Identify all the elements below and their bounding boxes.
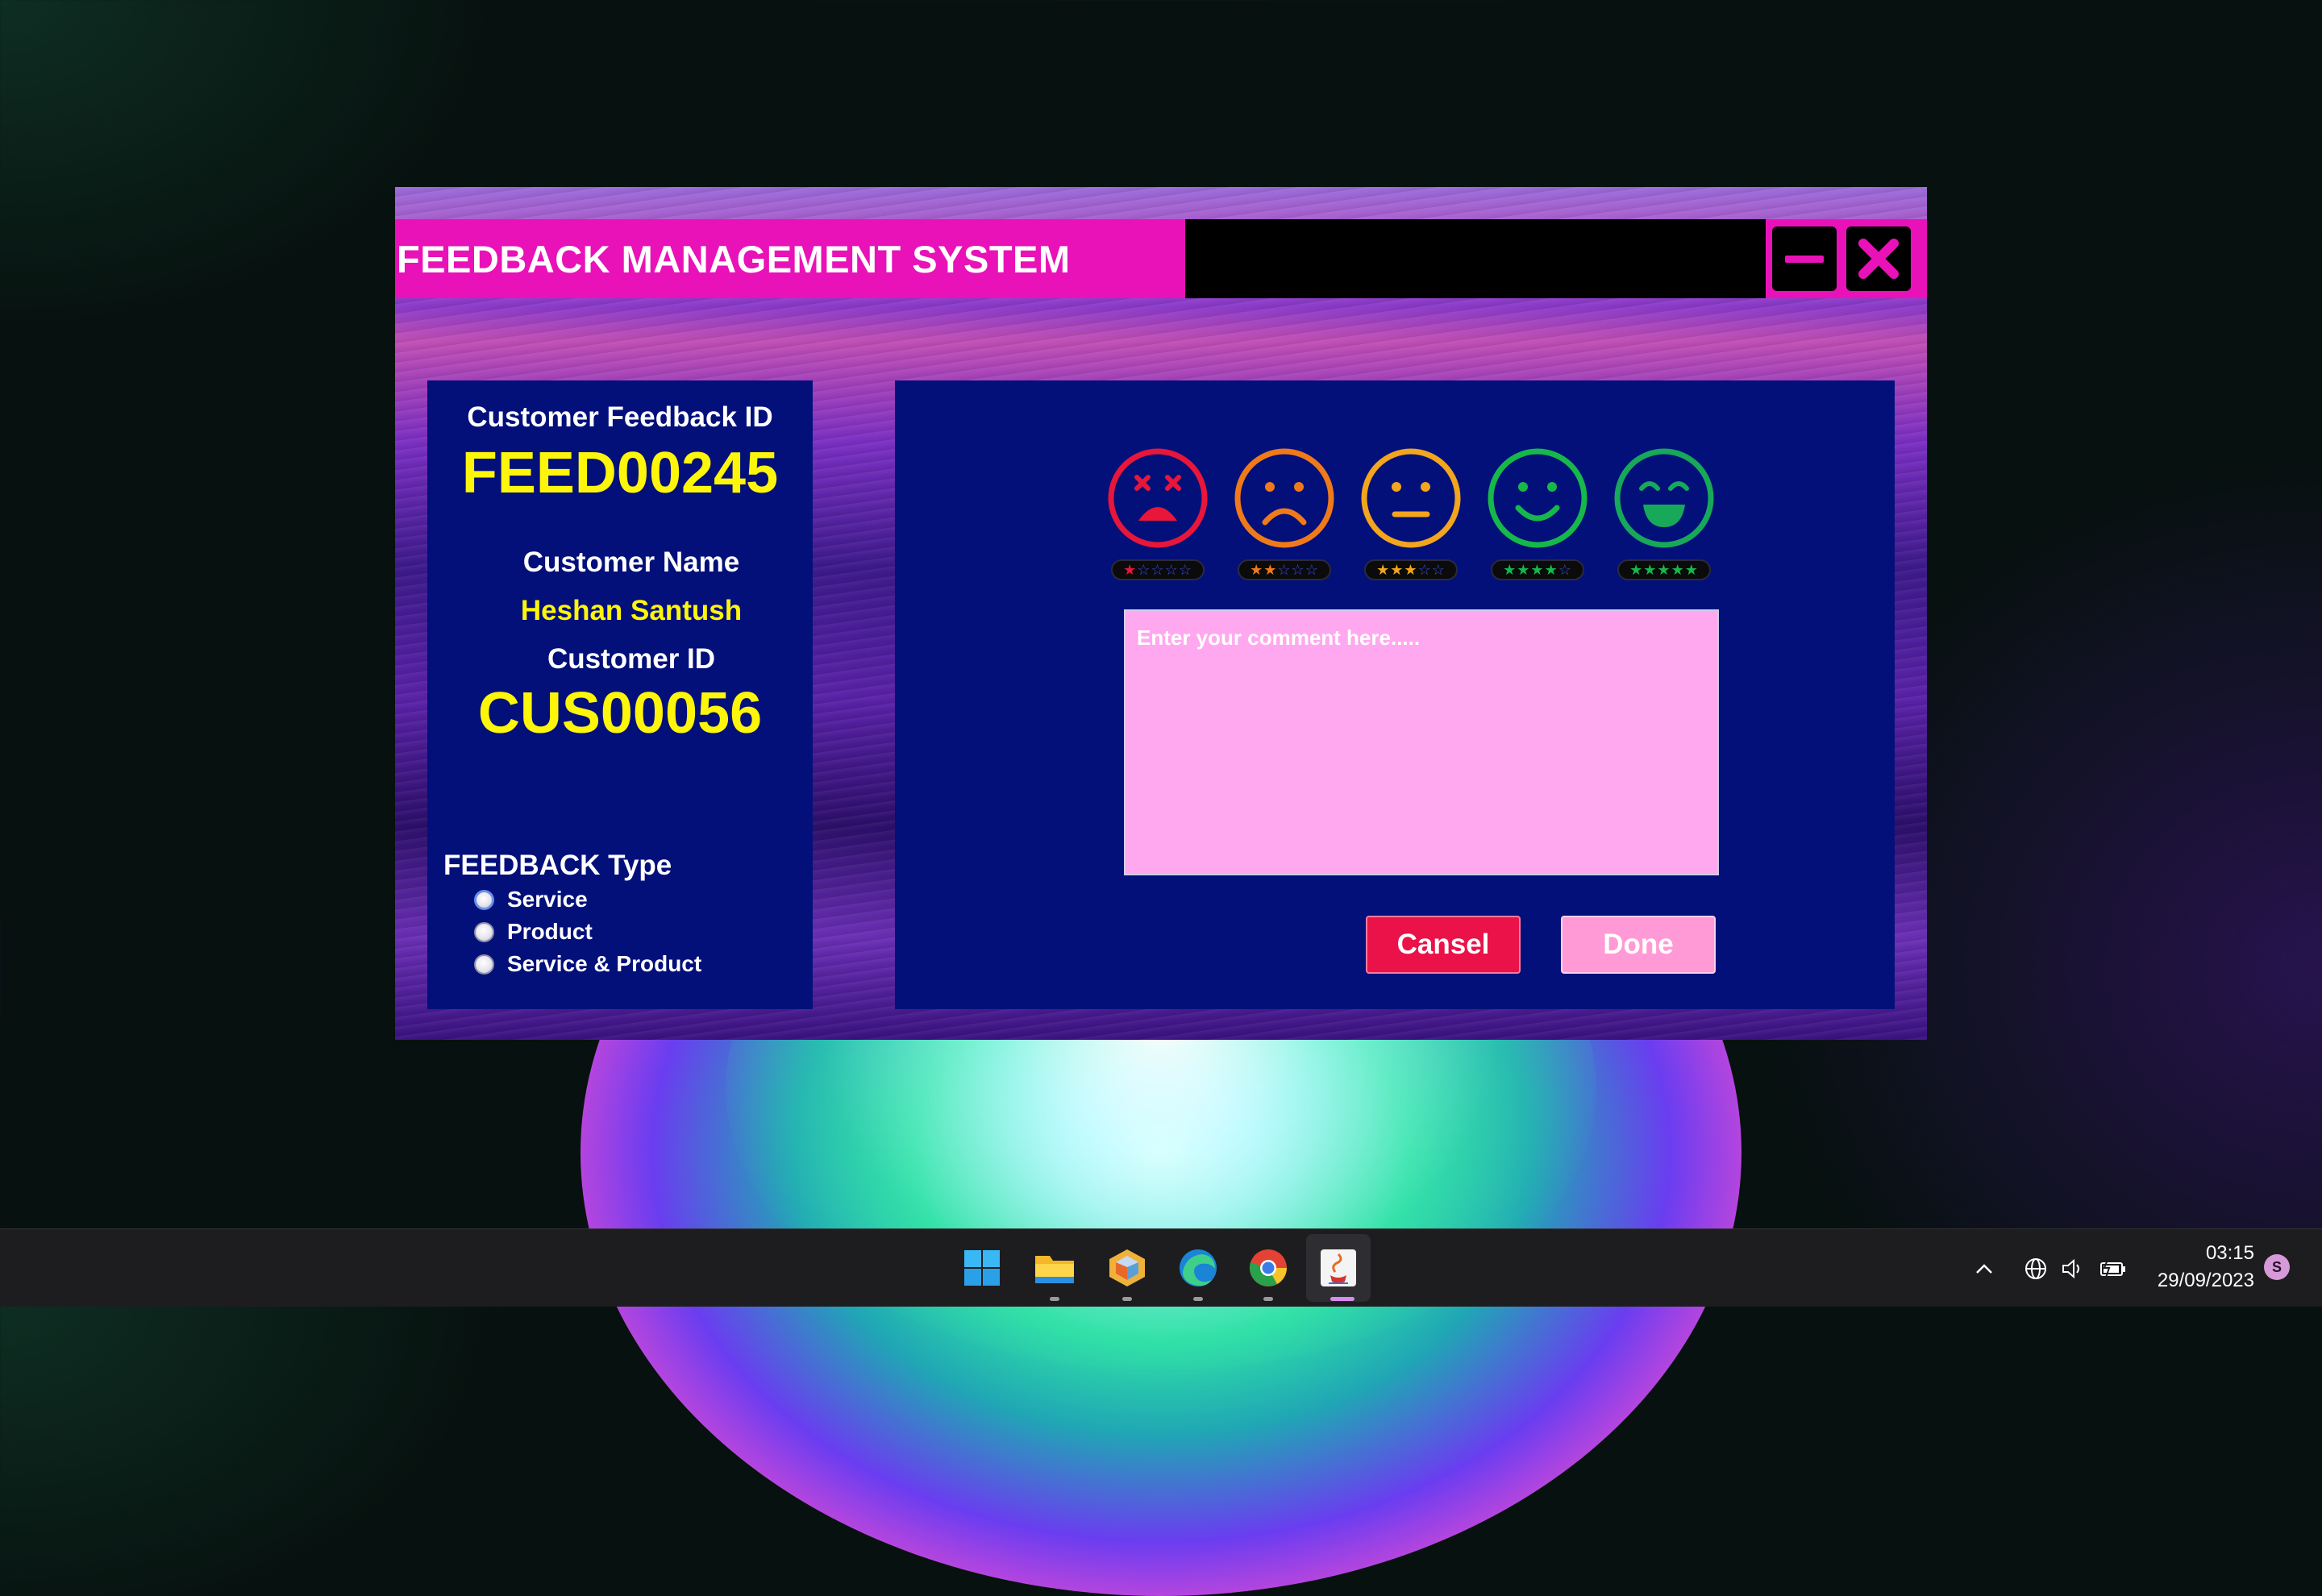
active-indicator: [1330, 1297, 1354, 1301]
customer-id-value: CUS00056: [477, 681, 763, 746]
radio-service[interactable]: Service: [474, 887, 588, 912]
cancel-button[interactable]: Cansel: [1366, 916, 1521, 974]
clock-date[interactable]: 29/09/2023: [2128, 1270, 2254, 1292]
comment-textarea[interactable]: Enter your comment here.....: [1124, 609, 1719, 875]
radio-product[interactable]: Product: [474, 919, 593, 945]
radio-button[interactable]: [474, 954, 494, 975]
done-button[interactable]: Done: [1561, 916, 1716, 974]
rating-stars-2: ★★ ☆☆☆: [1238, 559, 1331, 580]
notification-badge[interactable]: S: [2264, 1254, 2290, 1280]
running-indicator: [1263, 1297, 1273, 1301]
customer-name-label: Customer Name: [522, 547, 740, 578]
globe-network-icon[interactable]: [2022, 1257, 2049, 1281]
x-close-icon: [1858, 239, 1899, 279]
radio-label: Service & Product: [507, 951, 702, 976]
customer-id-label: Customer ID: [547, 643, 716, 675]
clock-time[interactable]: 03:15: [2128, 1242, 2254, 1265]
running-indicator: [1122, 1297, 1132, 1301]
chrome-browser-icon[interactable]: [1246, 1245, 1291, 1291]
sad-face-icon[interactable]: [1233, 447, 1336, 550]
java-app-icon[interactable]: [1316, 1245, 1361, 1291]
chevron-up-icon[interactable]: [1970, 1257, 1998, 1281]
rating-stars-3: ★★★ ☆☆: [1364, 559, 1458, 580]
battery-charging-icon[interactable]: [2099, 1257, 2127, 1281]
taskbar: 03:15 29/09/2023: [0, 1228, 2322, 1307]
title-bar: FEEDBACK MANAGEMENT SYSTEM: [395, 219, 1185, 298]
grin-face-icon[interactable]: [1612, 447, 1716, 550]
feedback-window: FEEDBACK MANAGEMENT SYSTEM Customer Feed…: [395, 187, 1927, 1040]
minus-icon: [1785, 255, 1824, 263]
feedback-panel: ★ ☆☆☆☆ ★★ ☆☆☆ ★★★ ☆☆ ★★★★ ☆ ★★★★★ Enter …: [895, 380, 1895, 1009]
radio-service-product[interactable]: Service & Product: [474, 951, 701, 977]
window-controls: [1766, 219, 1927, 298]
speaker-icon[interactable]: [2059, 1257, 2087, 1281]
feedback-id-value: FEED00245: [461, 441, 779, 505]
smile-face-icon[interactable]: [1486, 447, 1589, 550]
minimize-button[interactable]: [1772, 227, 1837, 291]
radio-button[interactable]: [474, 889, 494, 910]
rating-stars-5: ★★★★★: [1617, 559, 1711, 580]
radio-button[interactable]: [474, 921, 494, 942]
title-bar-drag-area[interactable]: [1185, 219, 1766, 298]
neutral-face-icon[interactable]: [1359, 447, 1463, 550]
rating-stars-1: ★ ☆☆☆☆: [1111, 559, 1205, 580]
file-explorer-icon[interactable]: [1032, 1245, 1077, 1291]
comment-placeholder: Enter your comment here.....: [1137, 626, 1421, 650]
rating-stars-4: ★★★★ ☆: [1491, 559, 1584, 580]
running-indicator: [1050, 1297, 1059, 1301]
app-cube-icon[interactable]: [1105, 1245, 1150, 1291]
window-title: FEEDBACK MANAGEMENT SYSTEM: [397, 237, 1071, 281]
close-button[interactable]: [1846, 227, 1911, 291]
radio-label: Product: [507, 919, 593, 944]
edge-browser-icon[interactable]: [1176, 1245, 1221, 1291]
feedback-type-label: FEEDBACK Type: [443, 850, 672, 881]
dizzy-face-icon[interactable]: [1106, 447, 1209, 550]
running-indicator: [1193, 1297, 1203, 1301]
customer-name-value: Heshan Santush: [520, 595, 743, 626]
customer-info-panel: Customer Feedback ID FEED00245 Customer …: [427, 380, 813, 1009]
windows-start-icon[interactable]: [959, 1245, 1005, 1291]
radio-label: Service: [507, 887, 588, 912]
feedback-id-label: Customer Feedback ID: [467, 401, 773, 433]
